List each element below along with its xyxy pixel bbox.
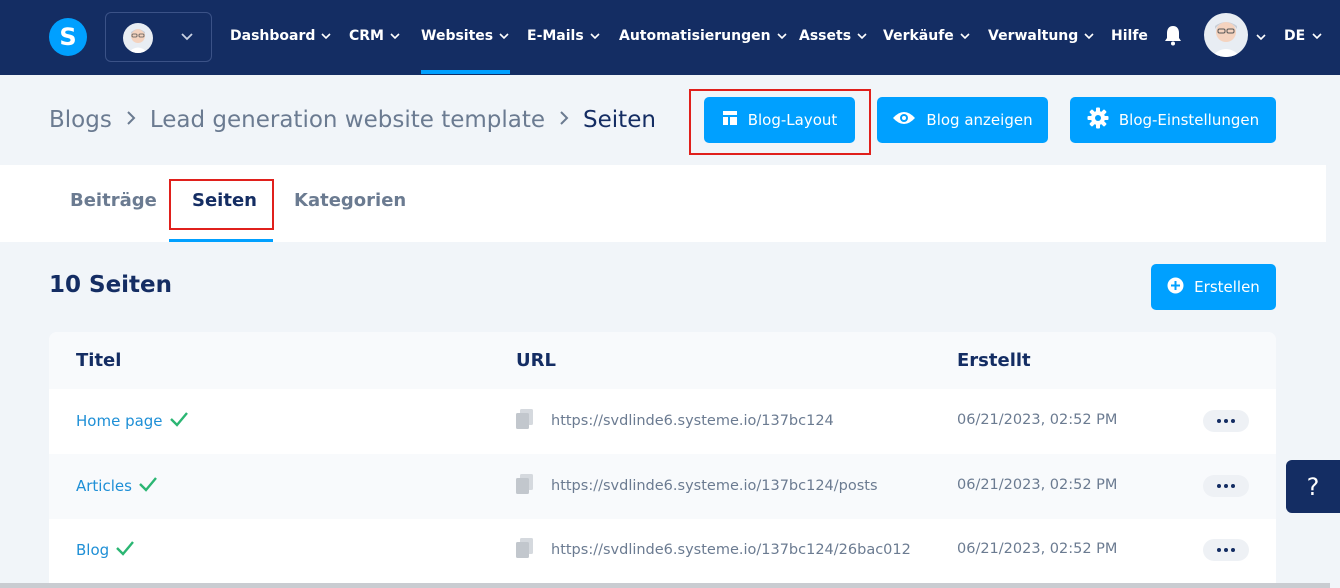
- page-url: https://svdlinde6.systeme.io/137bc124/26…: [515, 537, 911, 563]
- button-label: Erstellen: [1194, 278, 1260, 296]
- nav-crm[interactable]: CRM: [349, 24, 401, 48]
- blog-settings-button[interactable]: Blog-Einstellungen: [1070, 97, 1276, 143]
- page-created-date: 06/21/2023, 02:52 PM: [957, 412, 1118, 428]
- page-url: https://svdlinde6.systeme.io/137bc124: [515, 408, 834, 434]
- chevron-down-icon: [389, 30, 401, 42]
- bell-icon[interactable]: [1163, 24, 1183, 50]
- pages-count-title: 10 Seiten: [49, 272, 173, 298]
- nav-label: Dashboard: [230, 28, 316, 44]
- breadcrumb: Blogs Lead generation website template S…: [49, 104, 656, 136]
- nav-help[interactable]: Hilfe: [1111, 24, 1148, 48]
- page-title-text: Blog: [76, 541, 110, 559]
- plus-circle-icon: [1167, 277, 1184, 298]
- row-actions-button[interactable]: [1203, 410, 1249, 432]
- chevron-down-icon: [320, 30, 332, 42]
- help-button[interactable]: ?: [1286, 460, 1340, 513]
- gear-icon: [1087, 107, 1109, 133]
- chevron-down-icon: [776, 30, 788, 42]
- pages-table: Titel URL Erstellt Home page https://svd…: [49, 332, 1276, 588]
- nav-label: Verwaltung: [988, 28, 1079, 44]
- nav-dashboard[interactable]: Dashboard: [230, 24, 332, 48]
- chevron-right-icon: [557, 107, 571, 133]
- nav-label: Automatisierungen: [619, 28, 771, 44]
- page-title-text: Home page: [76, 412, 163, 430]
- button-label: Blog anzeigen: [926, 111, 1033, 129]
- copy-icon[interactable]: [515, 473, 535, 499]
- page-title-link[interactable]: Blog: [76, 540, 135, 560]
- page-url-text: https://svdlinde6.systeme.io/137bc124: [551, 413, 834, 429]
- page-url: https://svdlinde6.systeme.io/137bc124/po…: [515, 473, 878, 499]
- account-switcher[interactable]: [105, 12, 212, 62]
- column-header-url: URL: [516, 350, 556, 371]
- page-created-date: 06/21/2023, 02:52 PM: [957, 477, 1118, 493]
- copy-icon[interactable]: [515, 537, 535, 563]
- active-tab-indicator: [169, 239, 273, 242]
- check-icon: [138, 476, 158, 496]
- copy-icon[interactable]: [515, 408, 535, 434]
- nav-label: CRM: [349, 28, 384, 44]
- chevron-right-icon: [124, 107, 138, 133]
- page-title-link[interactable]: Home page: [76, 411, 189, 431]
- table-row: Home page https://svdlinde6.systeme.io/1…: [49, 389, 1276, 454]
- chevron-down-icon[interactable]: [1255, 28, 1267, 47]
- view-blog-button[interactable]: Blog anzeigen: [877, 97, 1048, 143]
- language-switcher[interactable]: DE: [1284, 24, 1323, 48]
- nav-websites[interactable]: Websites: [421, 24, 511, 74]
- chevron-down-icon: [1083, 30, 1095, 42]
- eye-icon: [892, 110, 916, 130]
- table-row: Articles https://svdlinde6.systeme.io/13…: [49, 454, 1276, 519]
- nav-label: Websites: [421, 28, 494, 44]
- breadcrumb-blogs[interactable]: Blogs: [49, 107, 112, 133]
- chevron-down-icon: [959, 30, 971, 42]
- create-page-button[interactable]: Erstellen: [1151, 264, 1276, 310]
- account-avatar: [123, 23, 153, 53]
- column-header-created: Erstellt: [957, 350, 1031, 371]
- page-url-text: https://svdlinde6.systeme.io/137bc124/26…: [551, 542, 911, 558]
- table-header: Titel URL Erstellt: [49, 332, 1276, 389]
- tab-posts[interactable]: Beiträge: [70, 190, 157, 214]
- breadcrumb-current: Seiten: [583, 107, 656, 133]
- nav-label: Assets: [799, 28, 852, 44]
- nav-sales[interactable]: Verkäufe: [883, 24, 971, 48]
- nav-label: Hilfe: [1111, 28, 1148, 44]
- nav-administration[interactable]: Verwaltung: [988, 24, 1095, 48]
- horizontal-scrollbar[interactable]: [0, 583, 1330, 588]
- page-created-date: 06/21/2023, 02:52 PM: [957, 541, 1118, 557]
- page-title-text: Articles: [76, 477, 132, 495]
- chevron-down-icon: [1311, 30, 1323, 42]
- highlight-box-pages-tab: [169, 179, 274, 230]
- row-actions-button[interactable]: [1203, 539, 1249, 561]
- table-row: Blog https://svdlinde6.systeme.io/137bc1…: [49, 518, 1276, 583]
- nav-label: Verkäufe: [883, 28, 954, 44]
- chevron-down-icon: [498, 30, 510, 42]
- column-header-title: Titel: [76, 350, 122, 371]
- page-url-text: https://svdlinde6.systeme.io/137bc124/po…: [551, 478, 878, 494]
- row-actions-button[interactable]: [1203, 475, 1249, 497]
- nav-emails[interactable]: E-Mails: [527, 24, 601, 48]
- language-label: DE: [1284, 28, 1306, 44]
- top-navigation: S Dashboard CRM Websites E-Mails Automat…: [0, 0, 1340, 75]
- check-icon: [115, 540, 135, 560]
- nav-assets[interactable]: Assets: [799, 24, 868, 48]
- chevron-down-icon: [589, 30, 601, 42]
- check-icon: [169, 411, 189, 431]
- user-avatar[interactable]: [1204, 13, 1248, 57]
- page-title-link[interactable]: Articles: [76, 476, 158, 496]
- button-label: Blog-Einstellungen: [1118, 111, 1260, 129]
- chevron-down-icon: [856, 30, 868, 42]
- highlight-box-blog-layout: [689, 89, 871, 155]
- chevron-down-icon: [180, 29, 194, 43]
- nav-label: E-Mails: [527, 28, 584, 44]
- systeme-logo-icon[interactable]: S: [49, 18, 87, 56]
- tab-categories[interactable]: Kategorien: [294, 190, 406, 214]
- nav-automations[interactable]: Automatisierungen: [619, 24, 788, 48]
- breadcrumb-site[interactable]: Lead generation website template: [150, 107, 545, 133]
